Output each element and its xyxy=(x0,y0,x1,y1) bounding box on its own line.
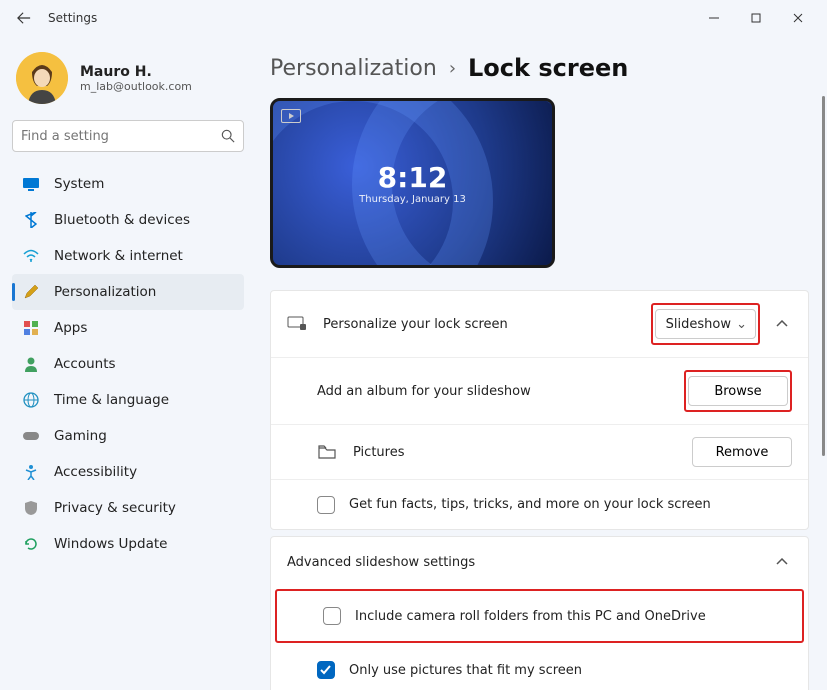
nav-label: Network & internet xyxy=(54,248,183,264)
sidebar-item-personalization[interactable]: Personalization xyxy=(12,274,244,310)
preview-date: Thursday, January 13 xyxy=(359,194,466,205)
maximize-icon xyxy=(751,13,761,23)
sidebar-item-time[interactable]: Time & language xyxy=(12,382,244,418)
nav-label: Accounts xyxy=(54,356,116,372)
nav-list: System Bluetooth & devices Network & int… xyxy=(12,166,244,562)
sidebar-item-apps[interactable]: Apps xyxy=(12,310,244,346)
camera-roll-label: Include camera roll folders from this PC… xyxy=(355,609,786,624)
check-icon xyxy=(320,665,332,675)
wifi-icon xyxy=(22,247,40,265)
apps-icon xyxy=(22,319,40,337)
fit-screen-row: Only use pictures that fit my screen xyxy=(271,645,808,690)
search-box[interactable] xyxy=(12,120,244,152)
advanced-card: Advanced slideshow settings Include came… xyxy=(270,536,809,690)
funfacts-checkbox[interactable] xyxy=(317,496,335,514)
nav-label: Gaming xyxy=(54,428,107,444)
close-icon xyxy=(793,13,803,23)
nav-label: Bluetooth & devices xyxy=(54,212,190,228)
advanced-header-row[interactable]: Advanced slideshow settings xyxy=(271,537,808,587)
folder-icon xyxy=(317,445,337,459)
nav-label: System xyxy=(54,176,104,192)
lockscreen-preview: 8:12 Thursday, January 13 xyxy=(270,98,555,268)
pictures-label: Pictures xyxy=(353,445,692,460)
nav-label: Accessibility xyxy=(54,464,137,480)
nav-label: Privacy & security xyxy=(54,500,176,516)
nav-label: Windows Update xyxy=(54,536,167,552)
user-icon xyxy=(22,355,40,373)
sidebar-item-gaming[interactable]: Gaming xyxy=(12,418,244,454)
personalize-label: Personalize your lock screen xyxy=(323,317,651,332)
sidebar-item-network[interactable]: Network & internet xyxy=(12,238,244,274)
personalize-select[interactable]: Slideshow ⌄ xyxy=(655,309,756,339)
chevron-up-icon xyxy=(776,558,788,566)
minimize-icon xyxy=(709,13,719,23)
sidebar-item-accessibility[interactable]: Accessibility xyxy=(12,454,244,490)
personalize-value: Slideshow xyxy=(666,317,731,332)
preview-time: 8:12 xyxy=(359,161,466,194)
nav-label: Apps xyxy=(54,320,87,336)
sidebar-item-update[interactable]: Windows Update xyxy=(12,526,244,562)
sidebar-item-bluetooth[interactable]: Bluetooth & devices xyxy=(12,202,244,238)
monitor-lock-icon xyxy=(287,316,307,332)
bluetooth-icon xyxy=(22,211,40,229)
nav-label: Personalization xyxy=(54,284,156,300)
breadcrumb-parent[interactable]: Personalization xyxy=(270,56,437,81)
pictures-row: Pictures Remove xyxy=(271,424,808,479)
breadcrumb: Personalization › Lock screen xyxy=(270,54,809,82)
shield-icon xyxy=(22,499,40,517)
sidebar-item-accounts[interactable]: Accounts xyxy=(12,346,244,382)
main-content: Personalization › Lock screen 8:12 Thurs… xyxy=(250,36,827,690)
system-icon xyxy=(22,175,40,193)
personalize-card: Personalize your lock screen Slideshow ⌄… xyxy=(270,290,809,530)
funfacts-label: Get fun facts, tips, tricks, and more on… xyxy=(349,497,792,512)
sidebar-item-privacy[interactable]: Privacy & security xyxy=(12,490,244,526)
advanced-title: Advanced slideshow settings xyxy=(287,555,772,570)
avatar xyxy=(16,52,68,104)
camera-roll-checkbox[interactable] xyxy=(323,607,341,625)
page-title: Lock screen xyxy=(468,54,628,82)
globe-icon xyxy=(22,391,40,409)
avatar-image xyxy=(16,52,68,104)
update-icon xyxy=(22,535,40,553)
camera-roll-row: Include camera roll folders from this PC… xyxy=(277,591,802,641)
collapse-button[interactable] xyxy=(772,316,792,332)
profile-email: m_lab@outlook.com xyxy=(80,80,192,93)
chevron-right-icon: › xyxy=(449,58,456,79)
chevron-down-icon: ⌄ xyxy=(736,317,747,332)
chevron-up-icon xyxy=(776,320,788,328)
gaming-icon xyxy=(22,427,40,445)
accessibility-icon xyxy=(22,463,40,481)
funfacts-row: Get fun facts, tips, tricks, and more on… xyxy=(271,479,808,529)
nav-label: Time & language xyxy=(54,392,169,408)
search-icon xyxy=(221,129,235,143)
profile-block[interactable]: Mauro H. m_lab@outlook.com xyxy=(12,44,244,120)
scrollbar-thumb[interactable] xyxy=(822,96,825,456)
browse-button[interactable]: Browse xyxy=(688,376,788,406)
scrollbar[interactable] xyxy=(822,96,825,680)
slideshow-badge-icon xyxy=(281,109,301,123)
minimize-button[interactable] xyxy=(693,2,735,34)
pen-icon xyxy=(22,283,40,301)
search-input[interactable] xyxy=(21,129,221,144)
maximize-button[interactable] xyxy=(735,2,777,34)
fit-screen-checkbox[interactable] xyxy=(317,661,335,679)
collapse-button[interactable] xyxy=(772,554,792,570)
add-album-row: Add an album for your slideshow Browse xyxy=(271,357,808,424)
back-button[interactable] xyxy=(8,2,40,34)
sidebar-item-system[interactable]: System xyxy=(12,166,244,202)
app-title: Settings xyxy=(48,11,97,25)
close-button[interactable] xyxy=(777,2,819,34)
profile-name: Mauro H. xyxy=(80,64,192,80)
window-controls xyxy=(693,2,819,34)
fit-screen-label: Only use pictures that fit my screen xyxy=(349,663,792,678)
titlebar: Settings xyxy=(0,0,827,36)
arrow-left-icon xyxy=(17,11,31,25)
add-album-label: Add an album for your slideshow xyxy=(287,384,684,399)
sidebar: Mauro H. m_lab@outlook.com System Blueto… xyxy=(0,36,250,690)
personalize-row: Personalize your lock screen Slideshow ⌄ xyxy=(271,291,808,357)
remove-button[interactable]: Remove xyxy=(692,437,792,467)
